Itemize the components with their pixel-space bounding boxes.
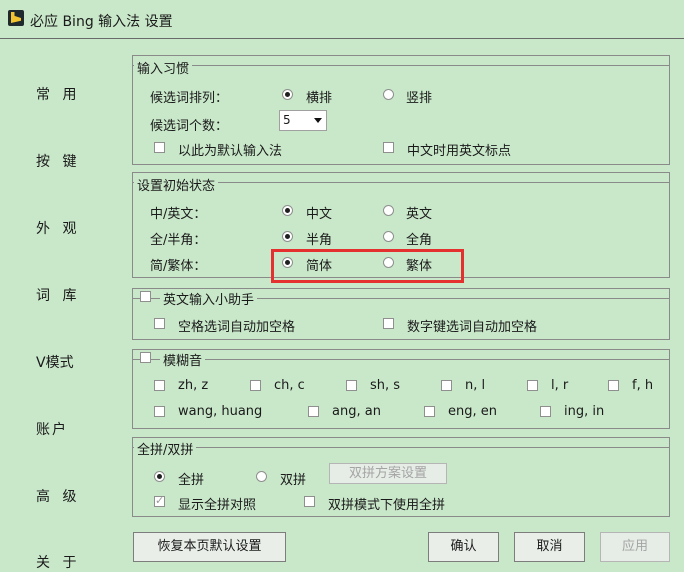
default-ime-checkbox[interactable]	[154, 142, 165, 153]
fuzzy-sh-s-checkbox[interactable]	[346, 380, 357, 391]
highlight-annotation-box	[271, 249, 464, 283]
candidate-count-select[interactable]: 5	[279, 110, 327, 131]
show-full-pinyin-checkbox[interactable]	[154, 494, 165, 507]
fuzzy-zh-z-label: zh, z	[178, 378, 209, 393]
half-width-radio[interactable]	[282, 231, 293, 242]
input-habit-title: 输入习惯	[134, 58, 193, 77]
title-divider	[0, 38, 684, 39]
default-ime-label: 以此为默认输入法	[178, 144, 283, 159]
chinese-radio[interactable]	[282, 205, 293, 216]
fuzzy-ang-an-checkbox[interactable]	[308, 406, 319, 417]
double-pinyin-scheme-button[interactable]: 双拼方案设置	[329, 463, 447, 484]
fuzzy-checkbox[interactable]	[140, 352, 151, 363]
nav-item-account[interactable]: 账户	[36, 419, 68, 439]
horizontal-radio[interactable]	[282, 89, 293, 100]
candidate-count-value: 5	[283, 113, 291, 127]
fuzzy-f-h-label: f, h	[632, 378, 654, 393]
script-label: 简/繁体：	[150, 259, 207, 274]
fuzzy-sh-s-label: sh, s	[370, 378, 401, 393]
cn-en-punct-label: 中文时用英文标点	[407, 144, 512, 159]
vertical-label: 竖排	[406, 91, 433, 106]
apply-button[interactable]: 应用	[600, 532, 670, 562]
fuzzy-n-l-checkbox[interactable]	[441, 380, 452, 391]
english-label: 英文	[406, 207, 433, 222]
full-pinyin-label: 全拼	[178, 473, 205, 488]
fuzzy-f-h-checkbox[interactable]	[608, 380, 619, 391]
fuzzy-title: 模糊音	[160, 350, 206, 369]
nav-item-advanced[interactable]: 高 级	[36, 486, 80, 506]
fuzzy-eng-en-label: eng, en	[448, 404, 497, 419]
full-width-label: 全角	[406, 233, 433, 248]
half-width-label: 半角	[306, 233, 333, 248]
english-radio[interactable]	[383, 205, 394, 216]
fuzzy-ang-an-label: ang, an	[332, 404, 381, 419]
candidate-layout-label: 候选词排列：	[150, 91, 229, 106]
bing-logo-icon	[8, 10, 24, 26]
nav-item-dictionary[interactable]: 词 库	[36, 285, 80, 305]
nav-item-general[interactable]: 常 用	[36, 84, 80, 104]
ok-button[interactable]: 确认	[428, 532, 499, 562]
width-label: 全/半角：	[150, 233, 207, 248]
use-full-in-double-label: 双拼模式下使用全拼	[328, 498, 446, 513]
number-select-checkbox[interactable]	[383, 318, 394, 329]
number-select-label: 数字键选词自动加空格	[407, 320, 538, 335]
nav-item-keys[interactable]: 按 键	[36, 151, 80, 171]
nav-item-about[interactable]: 关 于	[36, 552, 80, 572]
fuzzy-ing-in-label: ing, in	[564, 404, 605, 419]
nav-item-appearance[interactable]: 外 观	[36, 218, 80, 238]
full-width-radio[interactable]	[383, 231, 394, 242]
english-helper-checkbox[interactable]	[140, 291, 151, 302]
double-pinyin-label: 双拼	[280, 473, 307, 488]
show-full-pinyin-label: 显示全拼对照	[178, 498, 257, 513]
cn-en-label: 中/英文：	[150, 207, 207, 222]
fuzzy-ing-in-checkbox[interactable]	[540, 406, 551, 417]
fuzzy-n-l-label: n, l	[465, 378, 486, 393]
vertical-radio[interactable]	[383, 89, 394, 100]
pinyin-mode-title: 全拼/双拼	[134, 439, 197, 458]
fuzzy-l-r-label: l, r	[551, 378, 569, 393]
english-helper-title: 英文输入小助手	[160, 289, 258, 308]
horizontal-label: 横排	[306, 91, 333, 106]
candidate-count-label: 候选词个数：	[150, 119, 229, 134]
fuzzy-ch-c-label: ch, c	[274, 378, 305, 393]
restore-defaults-button[interactable]: 恢复本页默认设置	[133, 532, 286, 562]
fuzzy-ch-c-checkbox[interactable]	[250, 380, 261, 391]
chinese-label: 中文	[306, 207, 333, 222]
title-bar: 必应 Bing 输入法 设置	[0, 0, 684, 38]
fuzzy-l-r-checkbox[interactable]	[527, 380, 538, 391]
use-full-in-double-checkbox[interactable]	[304, 496, 315, 507]
fuzzy-zh-z-checkbox[interactable]	[154, 380, 165, 391]
cancel-button[interactable]: 取消	[514, 532, 585, 562]
full-pinyin-radio[interactable]	[154, 471, 165, 482]
fuzzy-wang-huang-checkbox[interactable]	[154, 406, 165, 417]
fuzzy-wang-huang-label: wang, huang	[178, 404, 263, 419]
double-pinyin-radio[interactable]	[256, 471, 267, 482]
chevron-down-icon	[314, 118, 322, 123]
window-title: 必应 Bing 输入法 设置	[30, 14, 173, 30]
space-select-label: 空格选词自动加空格	[178, 320, 296, 335]
space-select-checkbox[interactable]	[154, 318, 165, 329]
initial-state-title: 设置初始状态	[134, 175, 219, 194]
fuzzy-eng-en-checkbox[interactable]	[424, 406, 435, 417]
cn-en-punct-checkbox[interactable]	[383, 142, 394, 153]
nav-item-v-mode[interactable]: V模式	[36, 352, 74, 372]
